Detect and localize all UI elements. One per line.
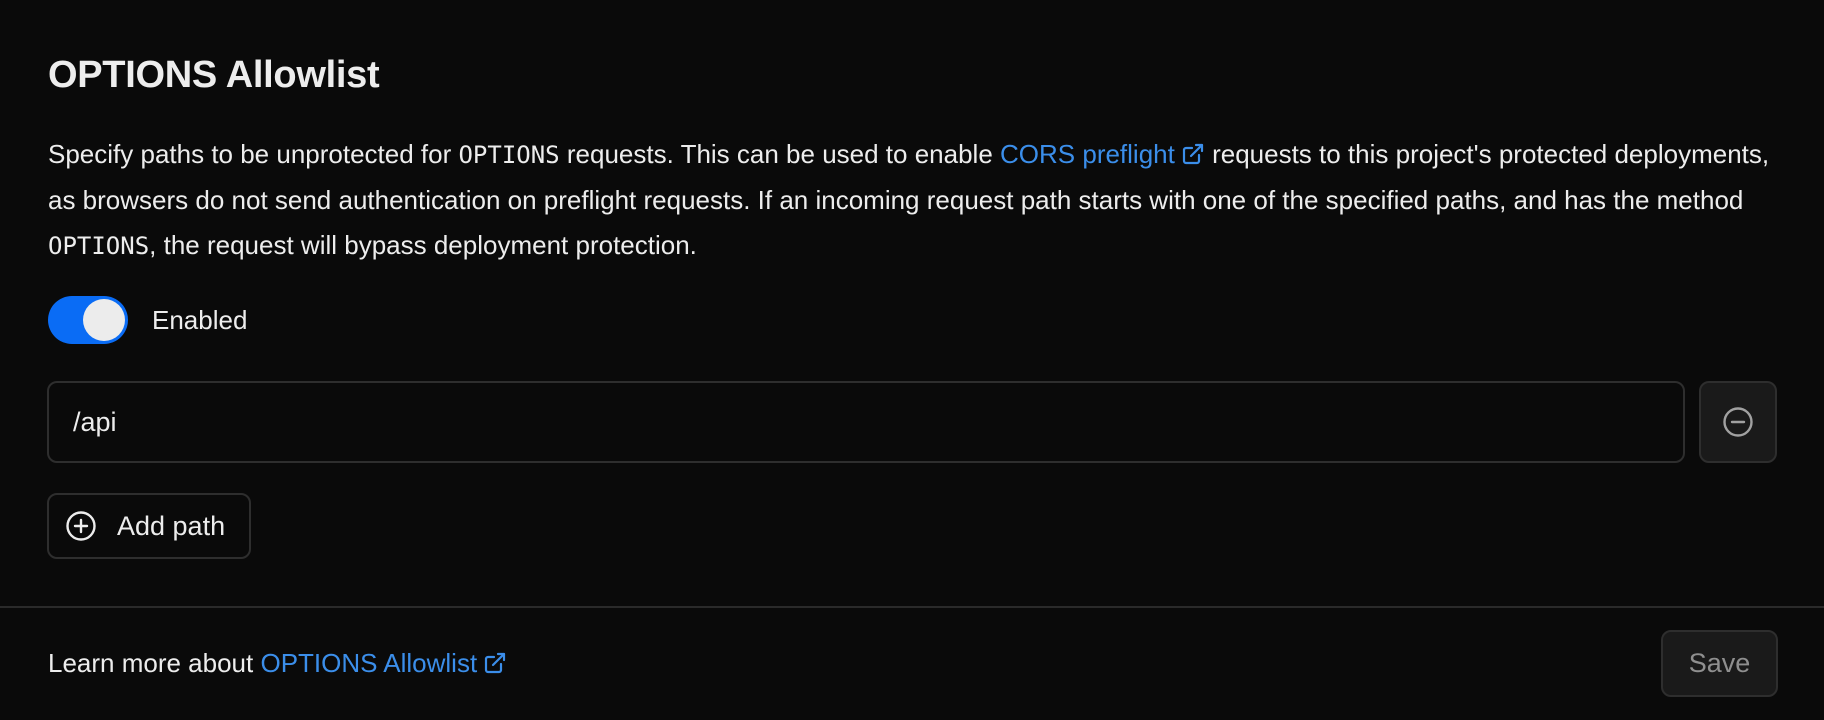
options-code-1: OPTIONS [458,141,560,169]
learn-more-text: Learn more about OPTIONS Allowlist [48,648,507,679]
minus-circle-icon [1723,407,1753,437]
save-button[interactable]: Save [1661,630,1778,697]
path-input[interactable] [47,381,1685,463]
docs-link-label: OPTIONS Allowlist [260,648,478,678]
add-path-label: Add path [117,510,226,541]
remove-path-button[interactable] [1699,381,1777,463]
description-text-4: , the request will bypass deployment pro… [149,230,697,260]
options-allowlist-docs-link[interactable]: OPTIONS Allowlist [260,648,507,678]
path-row [47,381,1777,463]
cors-preflight-link-label: CORS preflight [1000,139,1175,169]
toggle-knob [83,299,125,341]
card-footer: Learn more about OPTIONS Allowlist Save [0,608,1824,720]
enabled-toggle[interactable] [48,296,128,344]
section-description: Specify paths to be unprotected for OPTI… [48,132,1778,269]
learn-more-prefix: Learn more about [48,648,261,678]
options-allowlist-card: OPTIONS Allowlist Specify paths to be un… [0,0,1824,720]
external-link-icon [1182,143,1203,165]
enabled-toggle-row: Enabled [48,296,247,344]
toggle-label: Enabled [152,304,248,335]
add-path-button[interactable]: Add path [47,493,252,559]
options-code-2: OPTIONS [48,232,150,260]
plus-circle-icon [66,511,96,541]
cors-preflight-link[interactable]: CORS preflight [1000,139,1205,169]
description-text-1: Specify paths to be unprotected for [48,139,459,169]
description-text-2: requests. This can be used to enable [559,139,1001,169]
section-title: OPTIONS Allowlist [48,54,380,96]
external-link-icon [485,652,506,674]
